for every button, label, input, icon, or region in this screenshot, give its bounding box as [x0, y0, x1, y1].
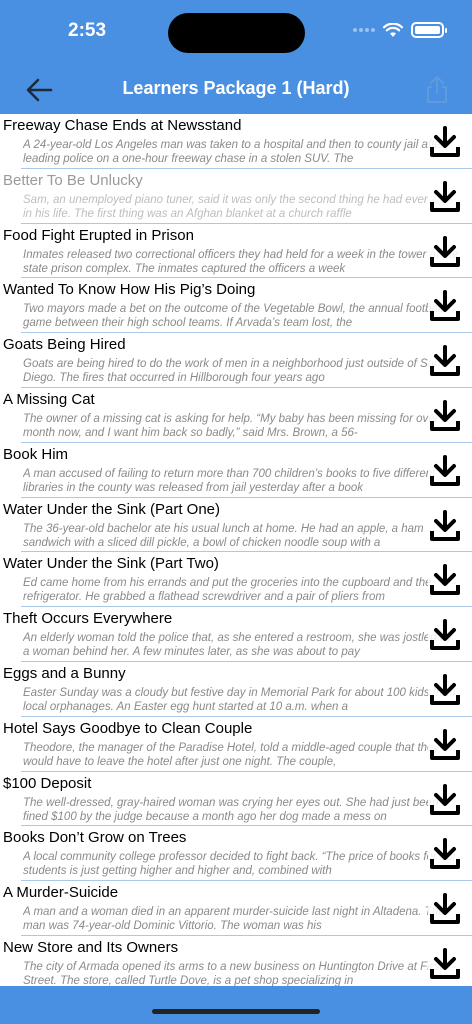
story-description: Ed came home from his errands and put th…	[23, 577, 432, 604]
status-icons	[353, 22, 447, 38]
wifi-icon	[383, 22, 403, 37]
download-icon	[430, 454, 460, 486]
story-row[interactable]: Wanted To Know How His Pig’s Doing Two ma…	[0, 278, 472, 334]
story-row[interactable]: Water Under the Sink (Part Two) Ed came h…	[0, 552, 472, 608]
download-button[interactable]	[428, 289, 462, 324]
download-button[interactable]	[428, 125, 462, 159]
story-description: Sam, an unemployed piano tuner, said it …	[23, 193, 452, 220]
story-description: A 24-year-old Los Angeles man was taken …	[23, 139, 445, 165]
story-row[interactable]: Freeway Chase Ends at Newsstand A 24-year…	[0, 114, 472, 169]
download-icon	[430, 893, 460, 925]
story-description: Theodore, the manager of the Paradise Ho…	[23, 741, 440, 768]
download-button[interactable]	[428, 946, 462, 981]
story-title: Book Him	[3, 445, 69, 463]
download-icon	[430, 728, 460, 760]
download-icon	[430, 126, 460, 157]
story-description: The well-dressed, gray-haired woman was …	[23, 796, 439, 823]
story-description: Inmates released two correctional office…	[23, 248, 459, 275]
story-title: Water Under the Sink (Part One)	[3, 500, 221, 518]
battery-icon	[411, 22, 447, 38]
story-row[interactable]: New Store and Its Owners The city of Arma…	[0, 936, 472, 986]
story-row[interactable]: A Missing Cat The owner of a missing cat …	[0, 388, 472, 443]
download-button[interactable]	[428, 234, 462, 269]
home-indicator[interactable]	[152, 1009, 320, 1014]
story-row[interactable]: Eggs and a Bunny Easter Sunday was a clou…	[0, 662, 472, 717]
download-button[interactable]	[428, 837, 462, 872]
story-description: The owner of a missing cat is asking for…	[23, 412, 449, 439]
download-icon	[430, 235, 460, 267]
signal-icon	[353, 28, 375, 32]
dynamic-island	[168, 13, 305, 53]
story-title: Water Under the Sink (Part Two)	[3, 555, 219, 573]
bottom-bar	[0, 986, 472, 1024]
story-title: Eggs and a Bunny	[3, 664, 126, 682]
download-icon	[430, 509, 460, 541]
story-title: Goats Being Hired	[3, 336, 126, 354]
status-time: 2:53	[68, 20, 107, 41]
download-button[interactable]	[428, 672, 462, 707]
story-title: Freeway Chase Ends at Newsstand	[3, 117, 242, 134]
share-icon	[427, 76, 447, 103]
story-description: Easter Sunday was a cloudy but festive d…	[23, 686, 456, 713]
download-button[interactable]	[428, 344, 462, 379]
download-icon	[430, 345, 460, 377]
download-icon	[430, 838, 460, 870]
download-button[interactable]	[428, 618, 462, 653]
story-row[interactable]: A Murder-Suicide A man and a woman died i…	[0, 881, 472, 936]
share-button[interactable]	[424, 74, 450, 104]
story-title: $100 Deposit	[3, 774, 92, 792]
download-icon	[430, 673, 460, 705]
download-button[interactable]	[428, 453, 462, 488]
download-button[interactable]	[428, 892, 462, 927]
story-title: Hotel Says Goodbye to Clean Couple	[3, 719, 253, 737]
story-title: Better To Be Unlucky	[3, 171, 143, 189]
download-button[interactable]	[428, 782, 462, 817]
story-row[interactable]: Theft Occurs Everywhere An elderly woman …	[0, 607, 472, 662]
story-list[interactable]: Freeway Chase Ends at Newsstand A 24-year…	[0, 114, 472, 986]
download-button[interactable]	[428, 563, 462, 598]
story-title: New Store and Its Owners	[3, 938, 179, 956]
story-row[interactable]: $100 Deposit The well-dressed, gray-haire…	[0, 772, 472, 827]
story-title: Food Fight Erupted in Prison	[3, 226, 194, 244]
story-title: Theft Occurs Everywhere	[3, 610, 173, 628]
download-icon	[430, 564, 460, 596]
story-description: The city of Armada opened its arms to a …	[23, 960, 443, 986]
download-icon	[430, 399, 460, 431]
download-icon	[430, 783, 460, 815]
story-row[interactable]: Book Him A man accused of failing to retu…	[0, 443, 472, 498]
download-icon	[430, 290, 460, 322]
download-icon	[430, 180, 460, 212]
story-description: The 36-year-old bachelor ate his usual l…	[23, 522, 424, 549]
story-description: Goats are being hired to do the work of …	[23, 358, 441, 385]
download-button[interactable]	[428, 398, 462, 433]
story-description: A local community college professor deci…	[23, 851, 457, 878]
story-description: A man accused of failing to return more …	[23, 467, 436, 494]
nav-header: 2:53 Learners Package 1 (Hard)	[0, 0, 472, 114]
story-title: A Missing Cat	[3, 390, 95, 408]
story-row[interactable]: Hotel Says Goodbye to Clean Couple Theodo…	[0, 717, 472, 772]
story-row[interactable]: Better To Be Unlucky Sam, an unemployed p…	[0, 169, 472, 224]
story-description: Two mayors made a bet on the outcome of …	[23, 303, 444, 330]
download-icon	[430, 619, 460, 651]
story-row[interactable]: Food Fight Erupted in Prison Inmates rele…	[0, 224, 472, 279]
page-title: Learners Package 1 (Hard)	[122, 78, 350, 98]
story-title: Books Don’t Grow on Trees	[3, 829, 187, 847]
story-row[interactable]: Water Under the Sink (Part One) The 36-ye…	[0, 498, 472, 553]
download-button[interactable]	[428, 727, 462, 762]
story-title: Wanted To Know How His Pig’s Doing	[3, 281, 256, 299]
download-button[interactable]	[428, 508, 462, 543]
story-row[interactable]: Books Don’t Grow on Trees A local communi…	[0, 826, 472, 882]
story-description: A man and a woman died in an apparent mu…	[23, 906, 445, 933]
story-description: An elderly woman told the police that, a…	[23, 632, 452, 659]
story-title: A Murder-Suicide	[3, 884, 119, 902]
download-button[interactable]	[428, 179, 462, 214]
download-icon	[430, 947, 460, 979]
story-row[interactable]: Goats Being Hired Goats are being hired t…	[0, 333, 472, 388]
